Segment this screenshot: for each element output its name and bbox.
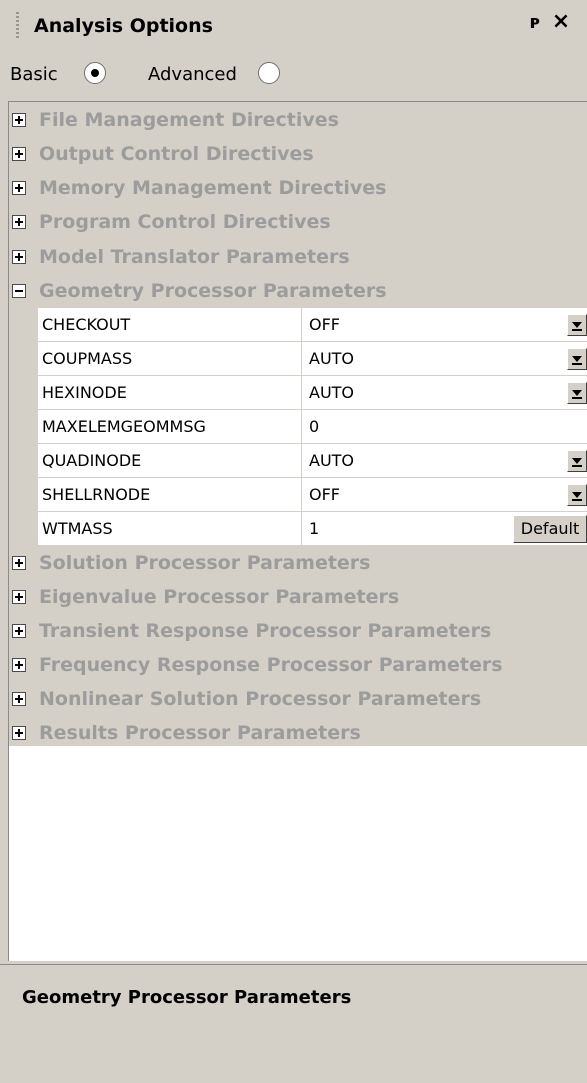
group-label: Transient Response Processor Parameters [39,620,492,642]
param-value[interactable]: 0 [309,410,319,444]
group-geometry-processor[interactable]: Geometry Processor Parameters [9,274,587,308]
group-label: File Management Directives [39,109,339,131]
group-label: Model Translator Parameters [39,246,350,268]
chevron-down-icon[interactable] [567,450,587,472]
group-label: Eigenvalue Processor Parameters [39,586,400,608]
group-solution-processor[interactable]: Solution Processor Parameters [9,546,587,580]
param-row-wtmass[interactable]: WTMASS 1 Default [38,512,587,546]
param-name: SHELLRNODE [42,485,151,504]
param-name: HEXINODE [42,383,127,402]
group-label: Frequency Response Processor Parameters [39,654,503,676]
param-row-hexinode[interactable]: HEXINODE AUTO [38,376,587,410]
group-label: Nonlinear Solution Processor Parameters [39,688,482,710]
param-value[interactable]: AUTO [309,444,354,478]
param-row-checkout[interactable]: CHECKOUT OFF [38,308,587,342]
plus-box-icon[interactable] [12,726,26,740]
param-name: COUPMASS [42,349,133,368]
group-eigenvalue-processor[interactable]: Eigenvalue Processor Parameters [9,580,587,614]
group-label: Solution Processor Parameters [39,552,371,574]
advanced-label: Advanced [148,64,237,85]
default-button[interactable]: Default [513,515,587,543]
panel-title: Analysis Options [34,15,213,37]
plus-box-icon[interactable] [12,181,26,195]
param-name: CHECKOUT [42,315,131,334]
param-name: QUADINODE [42,451,142,470]
mode-selector: Basic Advanced [0,50,587,98]
group-results-processor[interactable]: Results Processor Parameters [9,716,587,750]
plus-box-icon[interactable] [12,692,26,706]
group-label: Geometry Processor Parameters [39,280,387,302]
plus-box-icon[interactable] [12,147,26,161]
close-icon[interactable]: × [550,10,572,34]
plus-box-icon[interactable] [12,250,26,264]
plus-box-icon[interactable] [12,556,26,570]
chevron-down-icon[interactable] [567,348,587,370]
minus-box-icon[interactable] [12,284,26,298]
plus-box-icon[interactable] [12,113,26,127]
radio-selected-dot [91,69,99,77]
group-program-control[interactable]: Program Control Directives [9,205,587,239]
pin-icon[interactable]: ᴘ [526,12,544,34]
advanced-radio[interactable] [258,62,280,84]
param-row-coupmass[interactable]: COUPMASS AUTO [38,342,587,376]
group-label: Output Control Directives [39,143,314,165]
basic-radio[interactable] [84,62,106,84]
group-output-control[interactable]: Output Control Directives [9,137,587,171]
chevron-down-icon[interactable] [567,314,587,336]
param-value[interactable]: AUTO [309,376,354,410]
plus-box-icon[interactable] [12,215,26,229]
chevron-down-icon[interactable] [567,484,587,506]
param-value[interactable]: AUTO [309,342,354,376]
plus-box-icon[interactable] [12,658,26,672]
group-label: Results Processor Parameters [39,722,361,744]
param-name: WTMASS [42,519,113,538]
group-model-translator[interactable]: Model Translator Parameters [9,240,587,274]
param-value[interactable]: OFF [309,478,340,512]
param-value[interactable]: OFF [309,308,340,342]
description-panel: Geometry Processor Parameters [0,964,587,1083]
group-transient-response[interactable]: Transient Response Processor Parameters [9,614,587,648]
group-file-management[interactable]: File Management Directives [9,103,587,137]
chevron-down-icon[interactable] [567,382,587,404]
group-memory-management[interactable]: Memory Management Directives [9,171,587,205]
param-row-quadinode[interactable]: QUADINODE AUTO [38,444,587,478]
param-name: MAXELEMGEOMMSG [42,417,206,436]
panel-titlebar: Analysis Options ᴘ × [0,0,587,50]
drag-grip-icon[interactable] [16,12,19,40]
group-label: Program Control Directives [39,211,331,233]
basic-label: Basic [10,64,58,85]
options-tree[interactable]: File Management Directives Output Contro… [8,101,587,961]
param-row-maxelemgeommsg[interactable]: MAXELEMGEOMMSG 0 [38,410,587,444]
description-title: Geometry Processor Parameters [22,987,352,1008]
group-frequency-response[interactable]: Frequency Response Processor Parameters [9,648,587,682]
plus-box-icon[interactable] [12,590,26,604]
group-nonlinear-solution[interactable]: Nonlinear Solution Processor Parameters [9,682,587,716]
group-label: Memory Management Directives [39,177,387,199]
param-value[interactable]: 1 [309,512,319,546]
plus-box-icon[interactable] [12,624,26,638]
param-row-shellrnode[interactable]: SHELLRNODE OFF [38,478,587,512]
